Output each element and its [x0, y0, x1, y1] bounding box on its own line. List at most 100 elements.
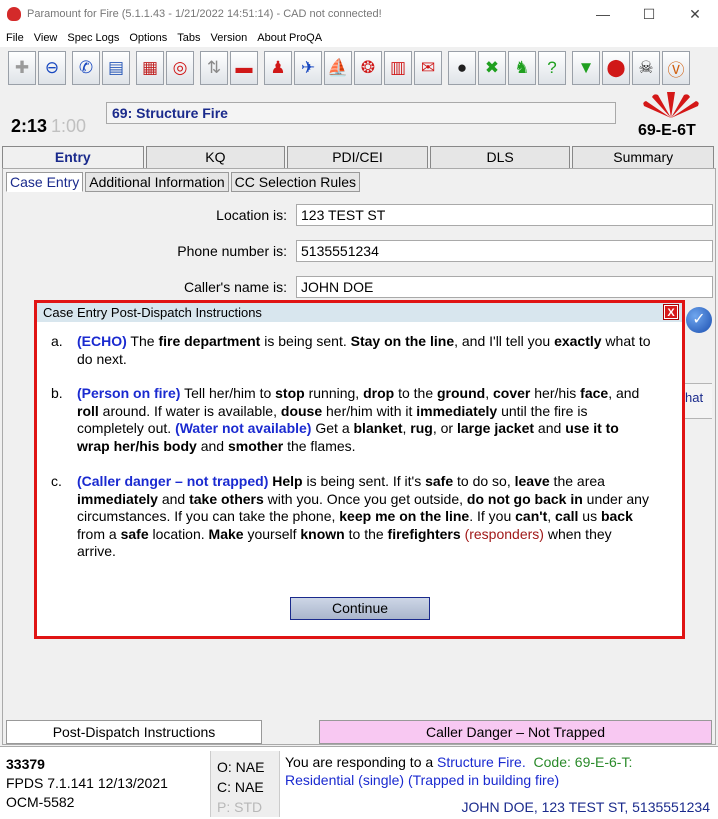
caller-summary: JOHN DOE, 123 TEST ST, 5135551234: [461, 799, 710, 815]
lifebuoy-icon[interactable]: ❂: [354, 51, 382, 85]
tab-additional-information[interactable]: Additional Information: [85, 172, 229, 192]
tab-pdi-cei[interactable]: PDI/CEI: [287, 146, 428, 168]
c-code: C: NAE: [217, 779, 264, 795]
response-subtype: Residential (single) (Trapped in buildin…: [285, 772, 560, 788]
shirt-icon[interactable]: ▼: [572, 51, 600, 85]
instruction-segment: back: [600, 508, 633, 524]
instruction-segment: Stay on the line: [350, 333, 455, 349]
responding-prefix: You are responding to a: [285, 754, 438, 770]
document-icon[interactable]: ▤: [102, 51, 130, 85]
fpds-version: FPDS 7.1.141 12/13/2021: [6, 775, 168, 791]
instruction-segment: safe: [120, 525, 149, 542]
instruction-segment: The: [126, 333, 159, 349]
tab-dls[interactable]: DLS: [429, 146, 571, 168]
sailboat-icon[interactable]: ⛵: [324, 51, 352, 85]
post-dispatch-instructions-button[interactable]: Post-Dispatch Instructions: [6, 720, 262, 744]
instruction-letter: b.: [51, 385, 63, 401]
case-timer: 2:13 1:00: [11, 116, 86, 137]
target-icon[interactable]: ◎: [166, 51, 194, 85]
instruction-segment: blanket: [353, 420, 403, 436]
instruction-segment: the area: [549, 473, 605, 489]
train-icon[interactable]: ▥: [384, 51, 412, 85]
ocm-id: OCM-5582: [6, 794, 75, 810]
instruction-segment: call: [555, 508, 579, 524]
minimize-icon[interactable]: —: [580, 0, 626, 28]
checklist-icon[interactable]: ▦: [136, 51, 164, 85]
checkmark-icon[interactable]: ✓: [686, 307, 712, 333]
mail-icon[interactable]: ✉: [414, 51, 442, 85]
instruction-segment: is being sent. If it's: [302, 473, 426, 489]
hazmat-icon[interactable]: ☠: [632, 51, 660, 85]
instruction-segment: immediately: [416, 402, 498, 419]
person-icon[interactable]: ♟: [264, 51, 292, 85]
instruction-segment: (responders): [464, 525, 544, 542]
instruction-segment: immediately: [77, 490, 158, 507]
instruction-segment: to the: [394, 385, 437, 401]
caller-input[interactable]: [296, 276, 713, 298]
instruction-segment: exactly: [554, 333, 602, 349]
menu-version[interactable]: Version: [211, 32, 248, 44]
dialog-title: Case Entry Post-Dispatch Instructions: [37, 303, 682, 322]
dialog-title-text: Case Entry Post-Dispatch Instructions: [43, 305, 262, 320]
instruction-segment: safe: [425, 473, 454, 489]
minus-icon[interactable]: ⊖: [38, 51, 66, 85]
instruction-segment: known: [300, 525, 345, 542]
tools-icon[interactable]: ✖: [478, 51, 506, 85]
instruction-segment: around. If water is available,: [98, 402, 281, 419]
tab-kq[interactable]: KQ: [145, 146, 286, 168]
case-info: 33379 FPDS 7.1.141 12/13/2021 OCM-5582: [6, 755, 168, 812]
tab-entry[interactable]: Entry: [2, 146, 144, 170]
phone-row: Phone number is:: [0, 240, 718, 262]
instruction-segment: her/him with it: [322, 402, 417, 419]
partial-label: hat: [684, 383, 712, 419]
tab-summary[interactable]: Summary: [572, 146, 714, 168]
window-controls: — ☐ ✕: [580, 0, 718, 28]
caller-label: Caller's name is:: [183, 279, 287, 295]
continue-button[interactable]: Continue: [290, 597, 430, 620]
operator-codes: O: NAE C: NAE P: STD: [210, 751, 280, 817]
instruction-segment: (Caller danger – not trapped): [77, 473, 269, 489]
proqa-fan-logo-icon: [643, 92, 699, 118]
phone-input[interactable]: [296, 240, 713, 262]
menu-options[interactable]: Options: [129, 32, 167, 44]
instruction-letter: c.: [51, 473, 62, 489]
close-window-icon[interactable]: ✕: [672, 0, 718, 28]
phone-icon[interactable]: ✆: [72, 51, 100, 85]
instruction-segment: to do so,: [453, 473, 515, 489]
location-input[interactable]: [296, 204, 713, 226]
dialog-close-icon[interactable]: X: [663, 304, 679, 320]
caller-danger-button[interactable]: Caller Danger – Not Trapped: [319, 720, 712, 744]
airplane-icon[interactable]: ✈: [294, 51, 322, 85]
p-code: P: STD: [217, 799, 263, 815]
instruction-segment: and: [534, 420, 566, 436]
help-sign-icon[interactable]: ?: [538, 51, 566, 85]
menu-view[interactable]: View: [34, 32, 58, 44]
instruction-segment: rug: [410, 420, 433, 436]
response-code: Code: 69-E-6-T:: [533, 754, 633, 770]
bomb-icon[interactable]: ●: [448, 51, 476, 85]
menu-bar: File View Spec Logs Options Tabs Version…: [0, 28, 718, 47]
car-icon[interactable]: ▬: [230, 51, 258, 85]
maximize-icon[interactable]: ☐: [626, 0, 672, 28]
phone-label: Phone number is:: [177, 243, 287, 259]
instruction-segment: the flames.: [283, 437, 356, 454]
v-badge-icon[interactable]: Ⓥ: [662, 51, 690, 85]
instruction-segment: (Water not available): [175, 420, 312, 436]
stop-icon[interactable]: ⬤: [602, 51, 630, 85]
walking-icon[interactable]: ♞: [508, 51, 536, 85]
title-bar: Paramount for Fire (5.1.1.43 - 1/21/2022…: [0, 0, 718, 28]
menu-about-proqa[interactable]: About ProQA: [257, 32, 322, 44]
menu-file[interactable]: File: [6, 32, 24, 44]
location-row: Location is:: [0, 204, 718, 226]
instruction-segment: Make: [208, 525, 244, 542]
determinant-code: 69-E-6T: [638, 122, 696, 139]
add-icon[interactable]: ✚: [8, 51, 36, 85]
instruction-segment: . If you: [469, 508, 516, 524]
tab-cc-selection-rules[interactable]: CC Selection Rules: [230, 172, 361, 192]
sort-arrows-icon[interactable]: ⇅: [200, 51, 228, 85]
menu-spec-logs[interactable]: Spec Logs: [67, 32, 119, 44]
menu-tabs[interactable]: Tabs: [177, 32, 200, 44]
instruction-segment: take others: [189, 490, 264, 507]
instruction-segment: douse: [280, 402, 323, 419]
tab-case-entry[interactable]: Case Entry: [6, 172, 84, 192]
